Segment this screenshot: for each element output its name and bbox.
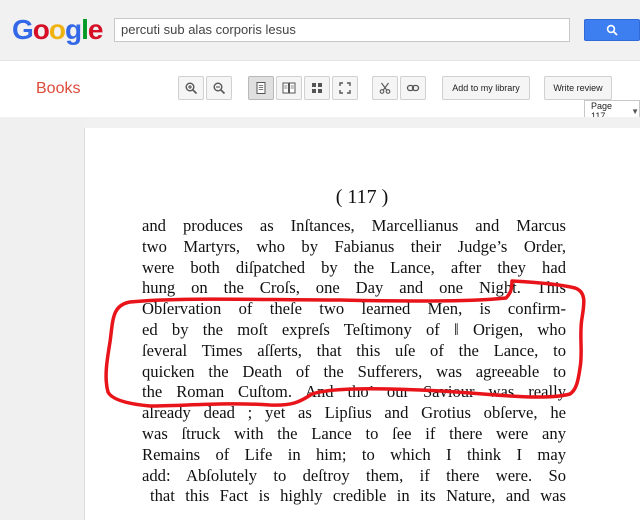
clip-button[interactable]	[372, 76, 398, 100]
text-line: Obſervation of theſe two learned Men, is…	[142, 299, 566, 319]
write-review-button[interactable]: Write review	[544, 76, 612, 100]
text-line: was ſtruck with the Lance to ſee if ther…	[142, 423, 566, 443]
single-page-icon	[256, 82, 266, 94]
thumbnail-view-button[interactable]	[304, 76, 330, 100]
text-line: add: Abſolutely to deſtroy them, if ther…	[142, 465, 566, 485]
two-page-view-button[interactable]	[276, 76, 302, 100]
page-number: ( 117 )	[0, 186, 640, 209]
viewer-margin	[0, 117, 84, 520]
text-line: Remains of Life in him; to which I think…	[142, 444, 566, 464]
logo-letter: g	[65, 14, 82, 45]
page-number-text: ( 117 )	[335, 186, 389, 208]
single-page-view-button[interactable]	[248, 76, 274, 100]
clip-icon	[379, 82, 391, 94]
chevron-down-icon: ▼	[631, 106, 639, 116]
book-text: and produces as Inſtances, Marcellianus …	[142, 216, 566, 507]
google-logo[interactable]: Google	[12, 14, 104, 46]
text-line: and produces as Inſtances, Marcellianus …	[142, 216, 566, 235]
books-link[interactable]: Books	[36, 80, 80, 98]
logo-letter: e	[87, 14, 104, 45]
link-button[interactable]	[400, 76, 426, 100]
logo-letter: l	[81, 14, 89, 45]
text-line: ſeveral Times aſſerts, that this uſe of …	[142, 340, 566, 360]
zoom-out-button[interactable]	[206, 76, 232, 100]
text-line: two Martyrs, who by Fabianus their Judge…	[142, 236, 566, 256]
fullscreen-button[interactable]	[332, 76, 358, 100]
zoom-out-icon	[213, 82, 226, 95]
text-line: ed by the moſt expreſs Teſtimony of ‖ Or…	[142, 319, 566, 339]
zoom-in-button[interactable]	[178, 76, 204, 100]
top-bar: Google percuti sub alas corporis lesus	[0, 0, 640, 61]
text-line: quicken the Death of the Sufferers, was …	[142, 361, 566, 381]
two-page-icon	[282, 82, 296, 94]
search-input[interactable]: percuti sub alas corporis lesus	[114, 18, 570, 42]
logo-letter: G	[12, 14, 34, 45]
text-line: hung on the Croſs, one Day and one Night…	[142, 278, 566, 298]
text-line: the Roman Cuſtom. And tho’ our Saviour w…	[142, 382, 566, 402]
text-line: already dead ; yet as Lipſius and Grotiu…	[142, 403, 566, 423]
fullscreen-icon	[339, 82, 351, 94]
link-icon	[406, 84, 420, 92]
add-to-library-button[interactable]: Add to my library	[442, 76, 530, 100]
logo-letter: o	[32, 14, 50, 45]
logo-letter: o	[48, 14, 66, 45]
text-line: that this Fact is highly credible in its…	[150, 486, 566, 506]
text-line: were both diſpatched by the Lance, after…	[142, 257, 566, 277]
magnifier-icon	[606, 24, 618, 36]
search-button[interactable]	[584, 19, 640, 41]
zoom-in-icon	[185, 82, 198, 95]
thumbnail-icon	[312, 83, 322, 93]
